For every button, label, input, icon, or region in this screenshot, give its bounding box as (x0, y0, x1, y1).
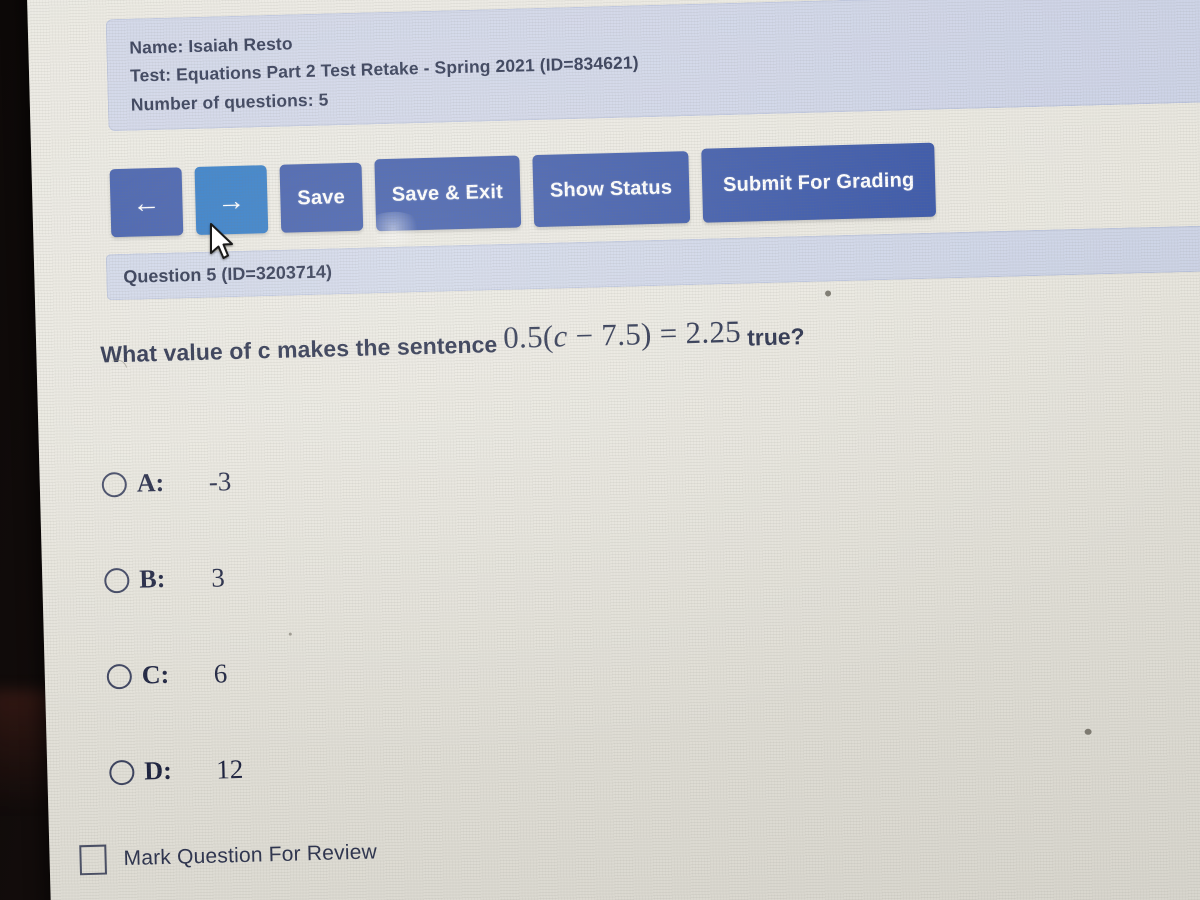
radio-icon-c[interactable] (106, 663, 133, 689)
arrow-right-icon: → (216, 184, 246, 216)
answer-option-d[interactable]: D: 12 (108, 711, 630, 821)
mark-question-for-review[interactable]: Mark Question For Review (79, 837, 378, 876)
radio-icon-a[interactable] (101, 471, 128, 498)
option-value-a: -3 (208, 465, 232, 497)
stem-prefix: What value of c makes the sentence (100, 331, 498, 368)
radio-icon-d[interactable] (109, 759, 135, 785)
save-button[interactable]: Save (279, 162, 363, 233)
arrow-left-icon: ← (131, 186, 161, 219)
answer-option-b[interactable]: B: 3 (103, 519, 625, 629)
equation-before-variable: 0.5( (502, 318, 554, 355)
question-header-bar: Question 5 (ID=3203714) (105, 224, 1200, 301)
submit-for-grading-button[interactable]: Submit For Grading (701, 142, 937, 223)
previous-question-button[interactable]: ← (109, 167, 184, 238)
equation: 0.5(c − 7.5) = 2.25 (497, 314, 748, 356)
equation-after-variable: − 7.5) = 2.25 (567, 313, 742, 354)
radio-icon-b[interactable] (103, 567, 130, 593)
save-and-exit-button[interactable]: Save & Exit (373, 155, 521, 232)
answer-option-c[interactable]: C: 6 (106, 615, 628, 725)
student-info-panel: Name: Isaiah Resto Test: Equations Part … (105, 0, 1200, 132)
option-letter-a: A: (136, 467, 165, 498)
option-letter-d: D: (143, 755, 173, 786)
test-toolbar: ← → Save Save & Exit Show Status Submit … (109, 142, 937, 239)
question-stem: What value of c makes the sentence 0.5(c … (100, 305, 1200, 370)
option-letter-c: C: (141, 659, 170, 690)
test-page: Name: Isaiah Resto Test: Equations Part … (26, 0, 1200, 900)
answer-options: A: -3 B: 3 C: 6 D: 12 (101, 423, 631, 820)
option-value-d: 12 (215, 753, 244, 785)
photo-of-screen: Name: Isaiah Resto Test: Equations Part … (0, 0, 1200, 900)
stem-suffix: true? (746, 323, 805, 351)
option-value-c: 6 (213, 657, 228, 689)
equation-variable: c (553, 318, 568, 354)
answer-option-a[interactable]: A: -3 (101, 423, 623, 533)
option-value-b: 3 (210, 561, 226, 593)
option-letter-b: B: (138, 563, 166, 594)
show-status-button[interactable]: Show Status (532, 151, 691, 228)
checkbox-icon-mark-review[interactable] (79, 844, 108, 876)
next-question-button[interactable]: → (194, 165, 269, 235)
monitor-screen: Name: Isaiah Resto Test: Equations Part … (26, 0, 1200, 900)
dust-speck (288, 632, 292, 636)
mark-review-label: Mark Question For Review (123, 840, 378, 871)
